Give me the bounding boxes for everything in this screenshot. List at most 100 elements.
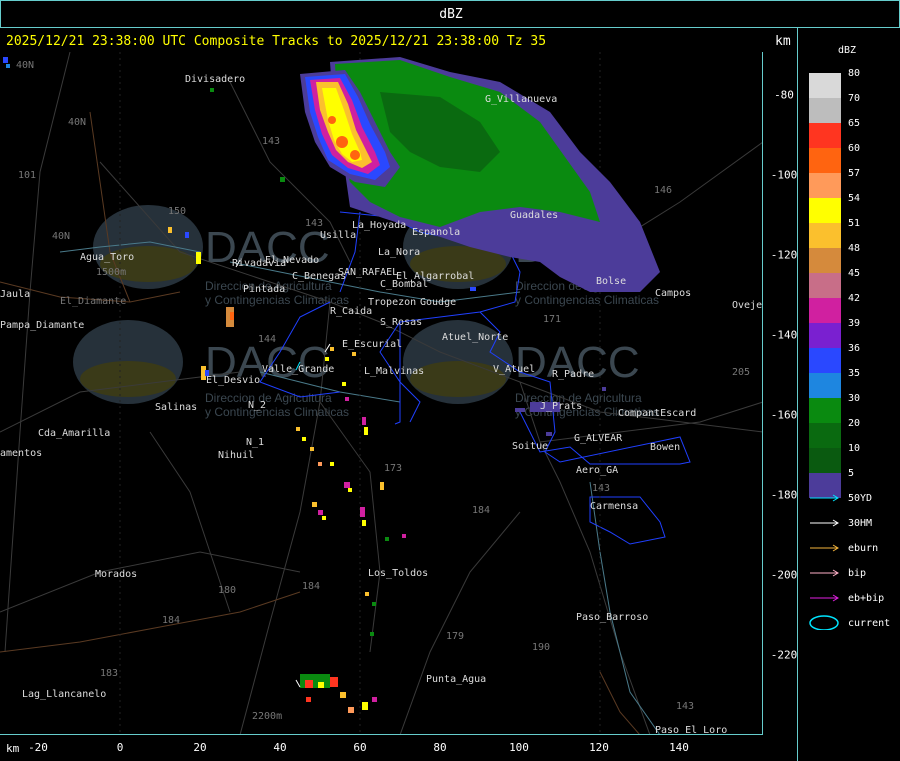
route-label: 40N	[52, 231, 70, 242]
place-label: La_Nora	[378, 247, 420, 258]
place-label: R_Caida	[330, 306, 372, 317]
legend-swatch	[809, 223, 841, 248]
y-tick-label: -200	[770, 568, 798, 582]
place-label: Campos	[655, 288, 691, 299]
route-label: 205	[732, 367, 750, 378]
legend-label: 48	[848, 243, 861, 254]
route-label: 184	[162, 615, 180, 626]
place-label: Tropezon	[368, 297, 416, 308]
legend-label: 35	[848, 368, 861, 379]
y-tick-label: -140	[770, 328, 798, 342]
legend-swatch	[809, 198, 841, 223]
place-label: 1500m	[96, 267, 126, 278]
place-label: Nihuil	[218, 450, 254, 461]
route-label: 180	[218, 585, 236, 596]
route-label: 40N	[16, 60, 34, 71]
y-tick-label: -80	[774, 88, 794, 102]
place-label: Morados	[95, 569, 137, 580]
x-tick-label: 60	[353, 741, 367, 754]
km-unit-label: km	[6, 742, 20, 755]
y-tick-label: -120	[770, 248, 798, 262]
legend-swatch	[809, 123, 841, 148]
route-label: 184	[302, 581, 320, 592]
place-label: V_Atuel	[493, 364, 535, 375]
radar-map[interactable]: DACC Direccion de Agricultura y Continge…	[0, 52, 763, 735]
track-label: 50YD	[848, 493, 873, 504]
route-label: 146	[654, 185, 672, 196]
legend-title: dBZ	[838, 45, 857, 56]
route-label: 144	[258, 334, 276, 345]
route-label: 190	[532, 642, 550, 653]
route-label: 143	[305, 218, 323, 229]
km-unit-label: km	[775, 34, 791, 49]
arrow-icon	[810, 594, 839, 602]
y-tick-label: -100	[770, 168, 798, 182]
place-label: Punta_Agua	[426, 674, 486, 685]
watermark-line1: Direccion de Agricultura	[205, 391, 332, 405]
place-label: Salinas	[155, 402, 197, 413]
x-tick-label: 40	[273, 741, 287, 754]
arrow-icon	[810, 569, 839, 577]
place-label: Guadales	[510, 210, 558, 221]
place-label: G_Villanueva	[485, 94, 557, 105]
route-label: 143	[262, 136, 280, 147]
place-label: Valle_Grande	[262, 364, 334, 375]
place-label: Jaula	[0, 289, 30, 300]
place-label: Goudge	[420, 297, 456, 308]
legend-label: 10	[848, 443, 861, 454]
place-label: L_Malvinas	[364, 366, 424, 377]
radar-map-canvas: DACC Direccion de Agricultura y Continge…	[0, 52, 763, 735]
legend-label: 5	[848, 468, 855, 479]
y-tick-label: -220	[770, 648, 798, 662]
place-label: Paso_El_Loro	[655, 725, 727, 735]
track-label: current	[848, 618, 891, 629]
route-label: 143	[592, 483, 610, 494]
watermark-line2: y Contingencias Climaticas	[515, 293, 659, 307]
legend-swatch	[809, 448, 841, 473]
storm-tracks	[235, 259, 331, 688]
place-label: SAN_RAFAEL	[338, 267, 398, 278]
legend-label: 57	[848, 168, 861, 179]
legend-swatch	[809, 373, 841, 398]
status-line: 2025/12/21 23:38:00 UTC Composite Tracks…	[6, 34, 547, 49]
place-label: Bowen	[650, 442, 680, 453]
legend-label: 20	[848, 418, 861, 429]
watermark-line2: y Contingencias Climaticas	[205, 293, 349, 307]
x-tick-label: 140	[669, 741, 689, 754]
arrow-icon	[810, 494, 839, 502]
x-tick-label: 0	[116, 741, 124, 754]
place-label: Pampa_Diamante	[0, 320, 84, 331]
x-tick-label: -20	[28, 741, 48, 754]
legend-swatch	[809, 348, 841, 373]
place-label: Atuel_Norte	[442, 332, 508, 343]
y-tick-label: -180	[770, 488, 798, 502]
place-label: 2200m	[252, 711, 282, 722]
route-label: 101	[18, 170, 36, 181]
place-label: E_Escurial	[342, 339, 402, 350]
route-label: 184	[472, 505, 490, 516]
legend-label: 36	[848, 343, 861, 354]
place-label: R_Padre	[552, 369, 594, 380]
track-label: eb+bip	[848, 593, 885, 604]
place-label: Ovejer	[732, 300, 763, 311]
legend-swatch	[809, 73, 841, 98]
place-label: El_Nevado	[265, 255, 319, 266]
legend-label: 65	[848, 118, 861, 129]
legend-swatch	[809, 273, 841, 298]
place-label: J_Prats	[540, 401, 582, 412]
place-label: Carmensa	[590, 501, 638, 512]
place-label: S_Rosas	[380, 317, 422, 328]
track-label: eburn	[848, 543, 879, 554]
place-label: El_Desvio	[206, 375, 260, 386]
legend-label: 70	[848, 93, 861, 104]
legend-label: 60	[848, 143, 861, 154]
route-label: 179	[446, 631, 464, 642]
legend-label: 54	[848, 193, 861, 204]
y-tick-label: -160	[770, 408, 798, 422]
place-label: Soitue	[512, 441, 548, 452]
route-label: 150	[168, 206, 186, 217]
place-label: Usilla	[320, 230, 356, 241]
place-label: Agua_Toro	[80, 252, 134, 263]
place-label: CompantEscard	[618, 408, 696, 419]
legend-swatch	[809, 148, 841, 173]
